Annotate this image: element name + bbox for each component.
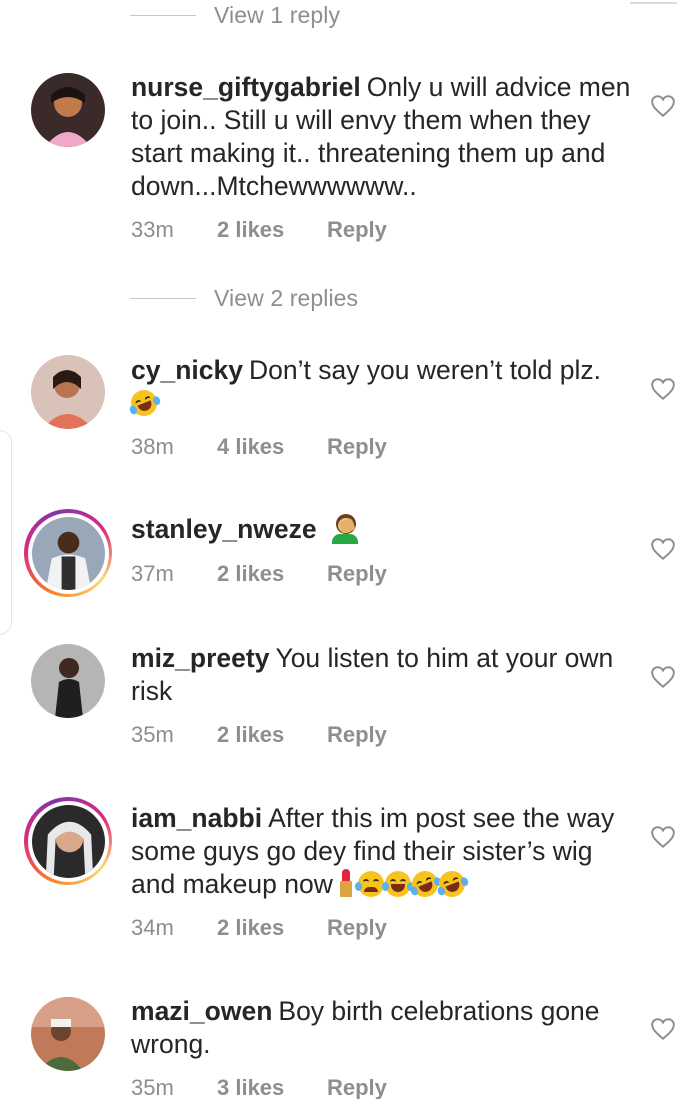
- heart-icon[interactable]: [650, 94, 676, 118]
- comment-time: 33m: [131, 217, 174, 242]
- avatar: [31, 516, 105, 590]
- view-replies-label[interactable]: View 1 reply: [214, 2, 340, 29]
- comment-username[interactable]: miz_preety: [131, 643, 269, 673]
- comment-username[interactable]: cy_nicky: [131, 355, 243, 385]
- comment-likes[interactable]: 3 likes: [217, 1075, 327, 1099]
- comment-meta: 35m 2 likes Reply: [131, 722, 387, 748]
- reply-button[interactable]: Reply: [327, 1075, 387, 1099]
- story-ring-avatar[interactable]: [24, 797, 112, 885]
- avatar[interactable]: [31, 997, 105, 1071]
- heart-icon[interactable]: [650, 665, 676, 689]
- comment-text: stanley_nweze: [131, 513, 631, 546]
- comment-time: 35m: [131, 1075, 174, 1099]
- comment-username[interactable]: nurse_giftygabriel: [131, 72, 361, 102]
- replies-divider-line: [130, 297, 196, 300]
- heart-icon[interactable]: [650, 825, 676, 849]
- view-replies-toggle[interactable]: View 1 reply: [130, 2, 340, 29]
- avatar[interactable]: [31, 355, 105, 429]
- comment-likes[interactable]: 4 likes: [217, 434, 327, 460]
- comment-meta: 38m 4 likes Reply: [131, 434, 387, 460]
- lipstick-emoji: [340, 869, 353, 897]
- comment-text: miz_preety You listen to him at your own …: [131, 642, 631, 708]
- reply-button[interactable]: Reply: [327, 434, 387, 460]
- comment-meta: 33m 2 likes Reply: [131, 217, 387, 243]
- heart-icon[interactable]: [650, 377, 676, 401]
- comment-time: 38m: [131, 434, 174, 459]
- view-replies-toggle[interactable]: View 2 replies: [130, 285, 358, 312]
- comment-likes[interactable]: 2 likes: [217, 217, 327, 243]
- reply-button[interactable]: Reply: [327, 561, 387, 587]
- top-divider: [630, 2, 677, 4]
- heart-icon[interactable]: [650, 537, 676, 561]
- view-replies-label[interactable]: View 2 replies: [214, 285, 358, 312]
- facepalm-emoji: [330, 514, 360, 544]
- comment-likes[interactable]: 2 likes: [217, 561, 327, 587]
- comment-time: 37m: [131, 561, 174, 586]
- replies-divider-line: [130, 14, 196, 17]
- comment-body: Don’t say you weren’t told plz.: [248, 355, 602, 385]
- side-card-edge: [0, 430, 12, 635]
- comment-text: iam_nabbi After this im post see the way …: [131, 802, 631, 901]
- rofl-emoji: [408, 867, 443, 901]
- comment-username[interactable]: stanley_nweze: [131, 514, 317, 544]
- avatar[interactable]: [31, 73, 105, 147]
- joy-emoji: [382, 871, 415, 897]
- comment-username[interactable]: iam_nabbi: [131, 803, 262, 833]
- story-ring-avatar[interactable]: [24, 509, 112, 597]
- reply-button[interactable]: Reply: [327, 722, 387, 748]
- avatar[interactable]: [31, 644, 105, 718]
- reply-button[interactable]: Reply: [327, 915, 387, 941]
- comment-text: cy_nicky Don’t say you weren’t told plz.: [127, 354, 631, 420]
- comment-username[interactable]: mazi_owen: [131, 996, 272, 1026]
- comment-time: 34m: [131, 915, 174, 940]
- heart-icon[interactable]: [650, 1017, 676, 1041]
- comment-meta: 34m 2 likes Reply: [131, 915, 387, 941]
- rofl-emoji: [435, 867, 470, 901]
- comment-likes[interactable]: 2 likes: [217, 722, 327, 748]
- comment-text: nurse_giftygabriel Only u will advice men…: [131, 71, 631, 203]
- reply-button[interactable]: Reply: [327, 217, 387, 243]
- crying-emoji: [355, 871, 385, 897]
- comment-likes[interactable]: 2 likes: [217, 915, 327, 941]
- comment-meta: 35m 3 likes Reply: [131, 1075, 387, 1099]
- rofl-emoji: [127, 386, 162, 420]
- comment-text: mazi_owen Boy birth celebrations gone wro…: [131, 995, 631, 1061]
- avatar: [31, 804, 105, 878]
- comment-time: 35m: [131, 722, 174, 747]
- comment-meta: 37m 2 likes Reply: [131, 561, 387, 587]
